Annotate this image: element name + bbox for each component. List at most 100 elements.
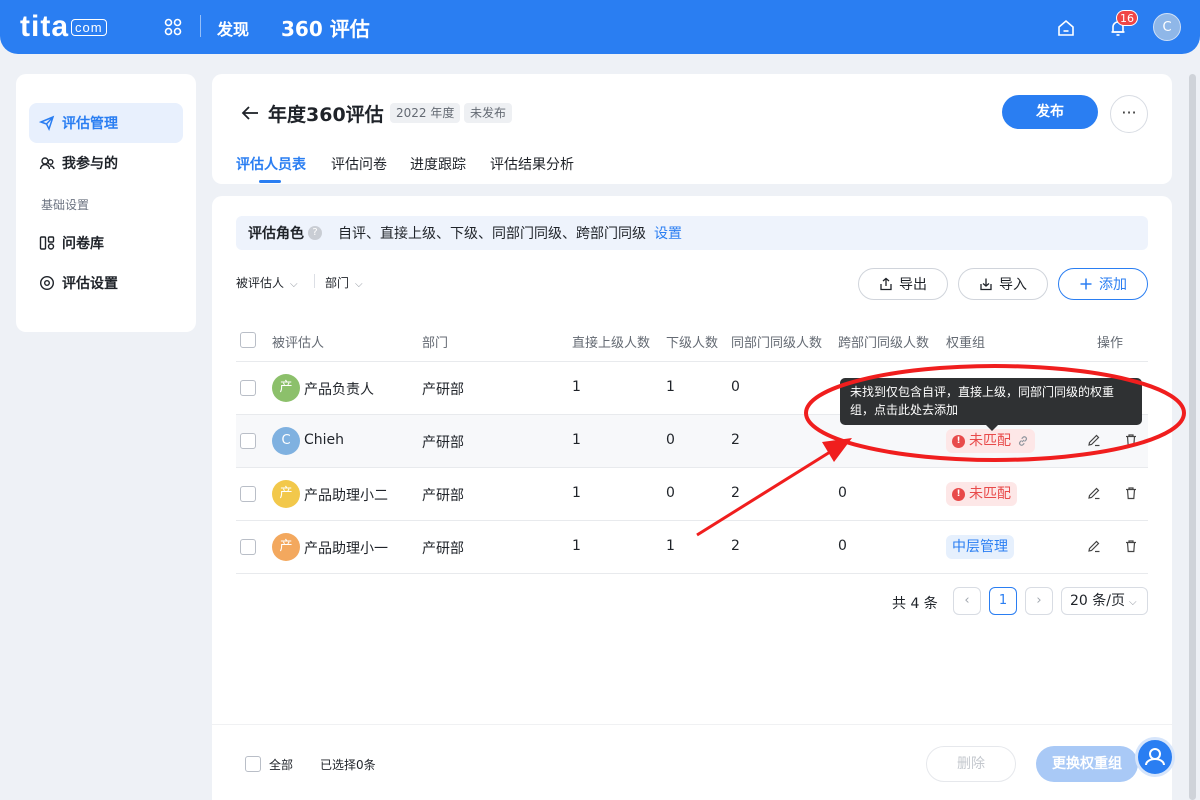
column-header: 直接上级人数	[572, 336, 651, 351]
edit-icon[interactable]	[1087, 433, 1101, 447]
row-checkbox[interactable]	[240, 539, 256, 555]
department-cell: 产研部	[422, 541, 464, 557]
apps-grid-icon[interactable]	[164, 18, 182, 36]
row-checkbox[interactable]	[240, 433, 256, 449]
subordinate-count: 0	[666, 432, 675, 448]
subordinate-count: 0	[666, 485, 675, 501]
warning-icon: !	[952, 487, 965, 501]
evaluatee-name: 产品助理小二	[304, 488, 388, 504]
help-icon[interactable]: ?	[308, 226, 322, 240]
page-header: 年度360评估 2022 年度 未发布 发布 ··· 评估人员表 评估问卷 进度…	[212, 74, 1172, 184]
row-checkbox[interactable]	[240, 380, 256, 396]
module-title: 360 评估	[281, 17, 370, 41]
status-badge: 未发布	[464, 103, 513, 123]
support-bot-button[interactable]	[1135, 737, 1175, 777]
pagination-total: 共 4 条	[892, 596, 938, 612]
next-page-button[interactable]: ›	[1025, 587, 1053, 615]
evaluatee-name: 产品助理小一	[304, 541, 388, 557]
role-settings-link[interactable]: 设置	[654, 223, 682, 243]
select-all-checkbox[interactable]	[240, 332, 256, 348]
change-weight-group-button[interactable]: 更换权重组	[1036, 746, 1138, 782]
column-header: 下级人数	[666, 336, 719, 351]
avatar: C	[272, 427, 300, 455]
send-icon	[39, 115, 55, 131]
unmatched-weight-group-badge[interactable]: ! 未匹配	[946, 429, 1035, 453]
people-icon	[39, 157, 55, 170]
weight-group-tooltip: 未找到仅包含自评，直接上级，同部门同级的权重组，点击此处去添加	[840, 378, 1142, 431]
user-avatar[interactable]: C	[1153, 13, 1181, 41]
selected-count: 已选择0条	[320, 758, 376, 772]
tab-questionnaire[interactable]: 评估问卷	[331, 154, 387, 174]
sidebar-item-label: 问卷库	[62, 236, 104, 252]
add-label: 添加	[1099, 277, 1127, 293]
delete-icon[interactable]	[1124, 486, 1138, 500]
add-button[interactable]: 添加	[1058, 268, 1148, 300]
column-header: 同部门同级人数	[731, 336, 823, 351]
sidebar: 评估管理 我参与的 基础设置 问卷库 评估设置	[16, 74, 196, 332]
tita-logo[interactable]: tita com	[20, 10, 107, 44]
tab-progress[interactable]: 进度跟踪	[410, 154, 466, 174]
role-label: 评估角色	[248, 226, 304, 242]
filter-evaluatee[interactable]: 被评估人 ⌵	[236, 274, 298, 291]
subordinate-count: 1	[666, 538, 675, 554]
back-arrow-icon[interactable]	[240, 104, 260, 122]
supervisor-count: 1	[572, 538, 581, 554]
cross-dept-count: 0	[838, 538, 847, 554]
more-options-button[interactable]: ···	[1110, 95, 1148, 133]
link-icon[interactable]	[1017, 435, 1029, 447]
filter-divider	[314, 274, 315, 288]
prev-page-button[interactable]: ‹	[953, 587, 981, 615]
avatar: 产	[272, 374, 300, 402]
tab-evaluatee-list[interactable]: 评估人员表	[236, 154, 306, 174]
avatar: 产	[272, 480, 300, 508]
export-button[interactable]: 导出	[858, 268, 948, 300]
delete-icon[interactable]	[1124, 539, 1138, 553]
evaluatee-name: Chieh	[304, 432, 345, 448]
home-icon[interactable]	[1056, 18, 1076, 38]
delete-button[interactable]: 删除	[926, 746, 1016, 782]
nav-discover[interactable]: 发现	[217, 16, 249, 40]
page-size-select[interactable]: 20 条/页 ⌵	[1061, 587, 1148, 615]
sidebar-item-participated[interactable]: 我参与的	[29, 143, 183, 183]
row-checkbox[interactable]	[240, 486, 256, 502]
chevron-down-icon: ⌵	[290, 279, 298, 290]
table-row[interactable]: 产 产品助理小一 产研部 1 1 2 0 中层管理	[236, 521, 1148, 574]
filter-label: 部门	[325, 276, 350, 290]
settings-icon	[39, 275, 55, 291]
column-header: 操作	[1097, 336, 1124, 351]
sidebar-item-evaluation-management[interactable]: 评估管理	[29, 103, 183, 143]
table-row[interactable]: 产 产品助理小二 产研部 1 0 2 0 ! 未匹配	[236, 468, 1148, 521]
filter-department[interactable]: 部门 ⌵	[325, 274, 363, 291]
edit-icon[interactable]	[1087, 486, 1101, 500]
sidebar-item-questionnaire-library[interactable]: 问卷库	[29, 223, 183, 263]
weight-group-label: 未匹配	[969, 486, 1011, 502]
select-all-footer-checkbox[interactable]	[245, 756, 261, 772]
evaluation-role-bar: 评估角色 ? 自评、直接上级、下级、同部门同级、跨部门同级 设置	[236, 216, 1148, 250]
edit-icon[interactable]	[1087, 539, 1101, 553]
sidebar-item-evaluation-settings[interactable]: 评估设置	[29, 263, 183, 303]
warning-icon: !	[952, 434, 965, 448]
delete-icon[interactable]	[1124, 433, 1138, 447]
logo-text: tita	[20, 10, 69, 43]
page-1-button[interactable]: 1	[989, 587, 1017, 615]
notification-badge: 16	[1116, 10, 1138, 26]
export-icon	[880, 277, 892, 291]
page-scrollbar[interactable]	[1189, 74, 1196, 800]
subordinate-count: 1	[666, 379, 675, 395]
tab-result-analysis[interactable]: 评估结果分析	[490, 154, 574, 174]
sidebar-item-label: 评估管理	[62, 116, 118, 132]
peer-count: 2	[731, 432, 740, 448]
publish-button[interactable]: 发布	[1002, 95, 1098, 129]
chevron-down-icon: ⌵	[355, 279, 363, 290]
import-button[interactable]: 导入	[958, 268, 1048, 300]
select-all-label: 全部	[269, 758, 294, 772]
import-icon	[980, 278, 992, 291]
unmatched-weight-group-badge[interactable]: ! 未匹配	[946, 482, 1017, 506]
sidebar-item-label: 我参与的	[62, 156, 118, 172]
weight-group-badge[interactable]: 中层管理	[946, 535, 1014, 559]
role-list: 自评、直接上级、下级、同部门同级、跨部门同级	[338, 226, 646, 242]
page-size-label: 20 条/页	[1070, 593, 1125, 609]
chevron-down-icon: ⌵	[1128, 597, 1137, 608]
active-tab-indicator	[259, 180, 281, 183]
column-header: 部门	[422, 336, 449, 351]
